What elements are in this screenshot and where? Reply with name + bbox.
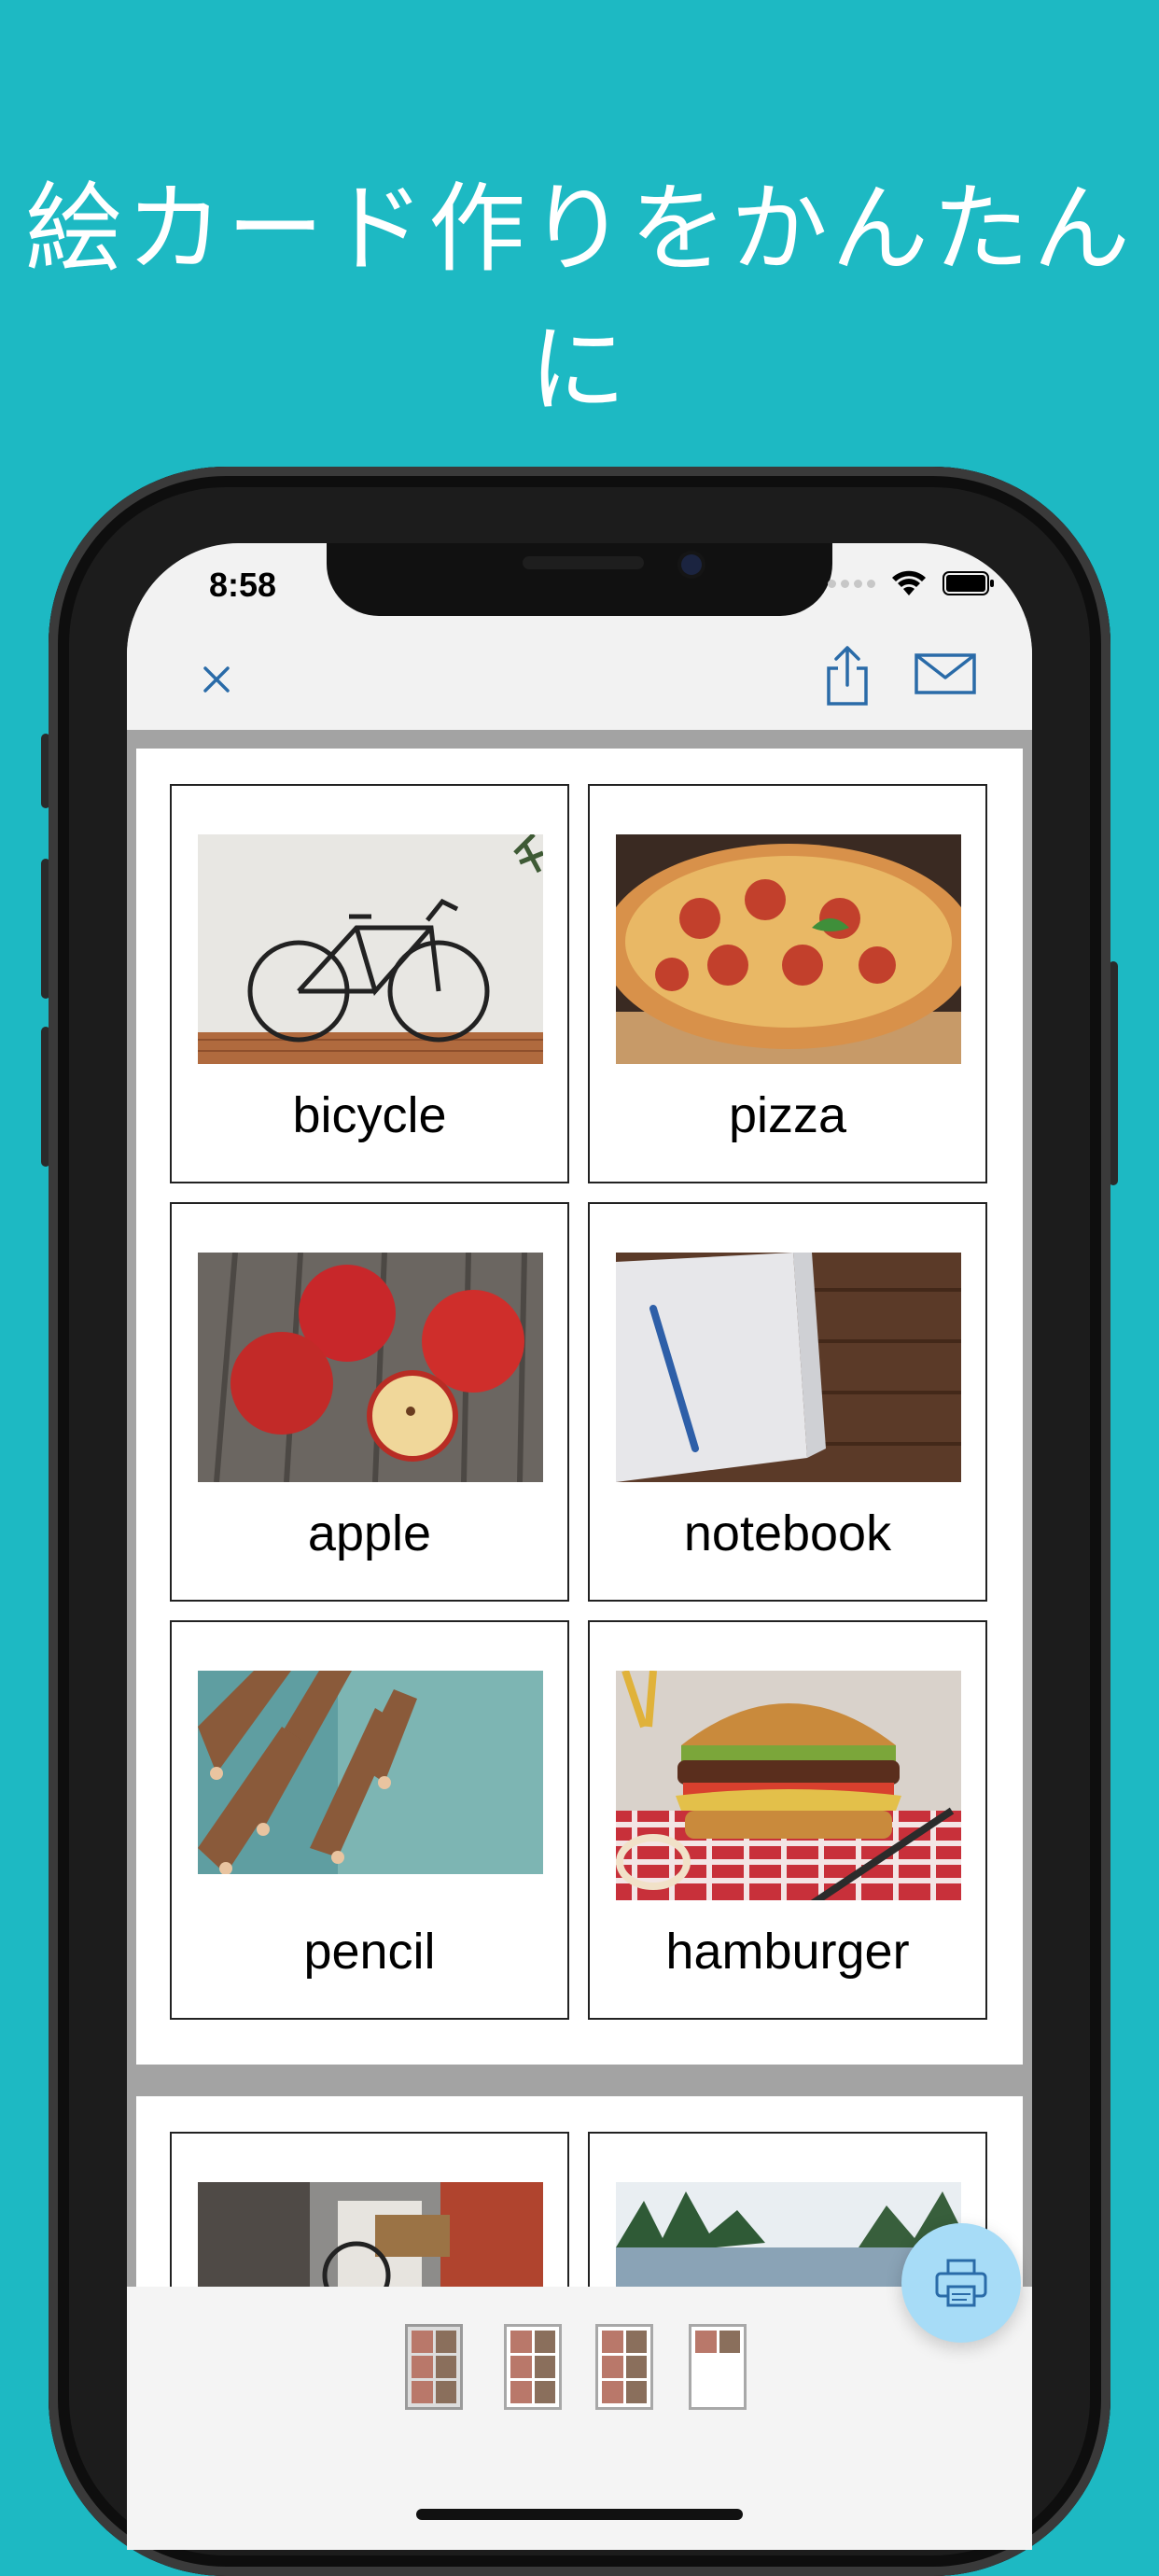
- printer-icon: [935, 2259, 987, 2307]
- close-icon: [203, 666, 230, 693]
- speaker: [523, 556, 644, 569]
- card-apple[interactable]: apple: [170, 1202, 569, 1602]
- card-hamburger[interactable]: hamburger: [588, 1620, 987, 2020]
- card-bicycle[interactable]: bicycle: [170, 784, 569, 1183]
- pizza-photo: [616, 834, 961, 1064]
- card-street-bicycle[interactable]: [170, 2132, 569, 2287]
- card-label: apple: [307, 1505, 432, 1561]
- bicycle-photo: [198, 834, 543, 1064]
- preview-area[interactable]: bicycle pizza apple notebook pencil hamb…: [127, 730, 1032, 2287]
- status-icons: [828, 569, 995, 597]
- page-thumbnail-1[interactable]: [405, 2324, 463, 2410]
- status-time: 8:58: [209, 566, 277, 604]
- page-thumbnail-2[interactable]: [504, 2324, 562, 2410]
- card-pizza[interactable]: pizza: [588, 784, 987, 1183]
- camera: [681, 554, 702, 575]
- card-label: bicycle: [292, 1087, 447, 1143]
- mail-icon: [915, 653, 976, 694]
- card-pencil[interactable]: pencil: [170, 1620, 569, 2020]
- card-page: bicycle pizza apple notebook pencil hamb…: [136, 749, 1023, 2065]
- print-button[interactable]: [901, 2223, 1021, 2343]
- page-thumbnail-bar: [127, 2287, 1032, 2550]
- card-label: notebook: [683, 1505, 892, 1561]
- wifi-icon: [890, 569, 928, 597]
- share-button[interactable]: [817, 642, 877, 707]
- notebook-photo: [616, 1253, 961, 1482]
- battery-icon: [943, 570, 995, 596]
- home-indicator[interactable]: [416, 2509, 743, 2520]
- mail-button[interactable]: [911, 646, 980, 702]
- headline: 絵カード作りをかんたんに: [24, 172, 1134, 427]
- card-page-next: [136, 2096, 1023, 2287]
- card-label: pencil: [303, 1924, 436, 1980]
- pencil-photo: [198, 1671, 543, 1900]
- apple-photo: [198, 1253, 543, 1482]
- page-thumbnail-4[interactable]: [689, 2324, 747, 2410]
- page-thumbnail-3[interactable]: [595, 2324, 653, 2410]
- card-label: pizza: [728, 1087, 847, 1143]
- signal-icon: [828, 579, 875, 588]
- share-icon: [827, 646, 868, 706]
- toolbar: [127, 618, 1032, 739]
- notch: [327, 543, 832, 616]
- close-button[interactable]: [192, 655, 241, 704]
- card-notebook[interactable]: notebook: [588, 1202, 987, 1602]
- phone-screen: 8:58 bicycle pizza apple notebook pencil…: [127, 543, 1032, 2550]
- card-label: hamburger: [665, 1924, 910, 1980]
- hamburger-photo: [616, 1671, 961, 1900]
- street-bicycle-photo: [198, 2182, 543, 2287]
